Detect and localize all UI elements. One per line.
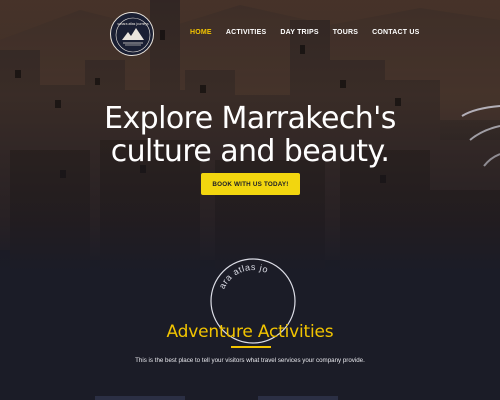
nav-item-home[interactable]: HOME: [190, 29, 212, 36]
hero-headline-line1: Explore Marrakech's: [104, 101, 396, 136]
main-nav: HOME ACTIVITIES DAY TRIPS TOURS CONTACT …: [190, 29, 419, 36]
hero-headline-line2: culture and beauty.: [110, 134, 390, 169]
badge-text: ara atlas jo: [217, 262, 269, 290]
nav-item-contact-us[interactable]: CONTACT US: [372, 29, 419, 36]
section-description: This is the best place to tell your visi…: [135, 357, 365, 364]
svg-text:ara atlas jo: ara atlas jo: [217, 262, 270, 290]
card-preview[interactable]: [95, 396, 185, 400]
site-logo[interactable]: sahara atlas journeys: [110, 12, 154, 56]
nav-item-tours[interactable]: TOURS: [333, 29, 358, 36]
book-now-button[interactable]: BOOK WITH US TODAY!: [201, 173, 300, 195]
nav-item-day-trips[interactable]: DAY TRIPS: [280, 29, 318, 36]
logo-mountain-icon: sahara atlas journeys: [115, 17, 151, 53]
hero-headline: Explore Marrakech's culture and beauty.: [0, 102, 500, 168]
title-underline: [231, 346, 271, 348]
bottom-cards-peek: [0, 396, 500, 400]
nav-item-activities[interactable]: ACTIVITIES: [226, 29, 267, 36]
section-title: Adventure Activities: [166, 322, 334, 342]
logo-text: sahara atlas journeys: [117, 22, 149, 26]
card-preview[interactable]: [258, 396, 338, 400]
